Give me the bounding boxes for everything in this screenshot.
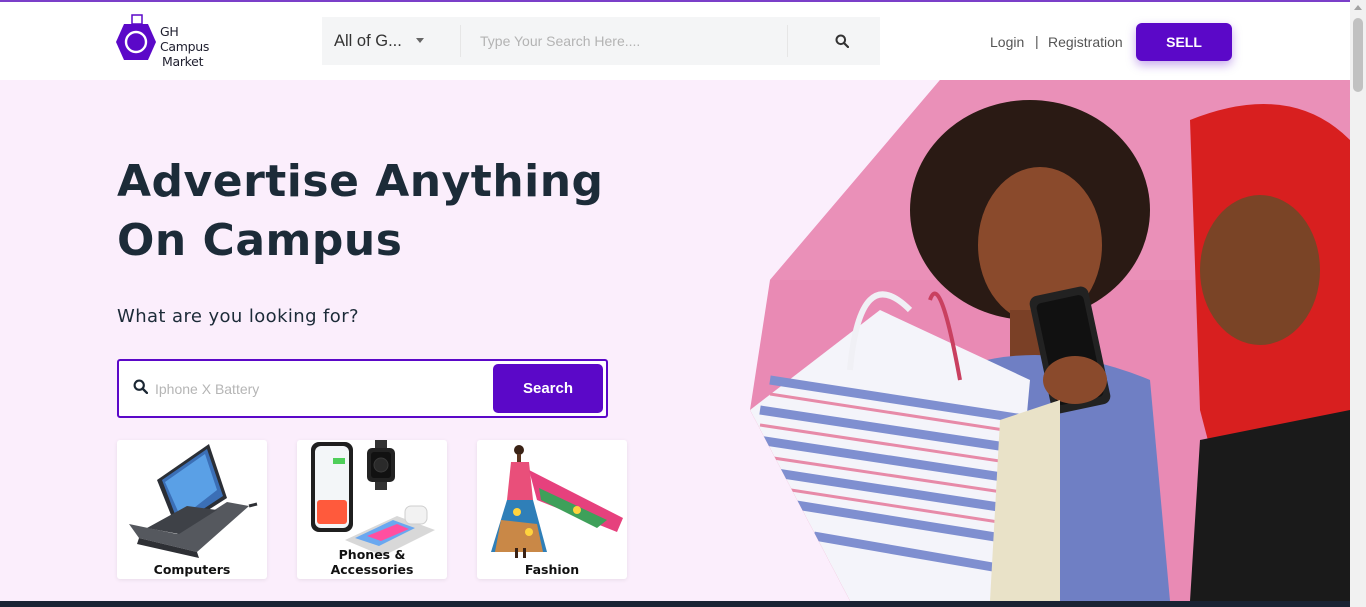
category-card-computers[interactable]: Computers [117, 440, 267, 579]
site-header: GH Campus Market All of G... Login | Reg… [0, 2, 1350, 80]
category-card-phones-accessories[interactable]: Phones & Accessories [297, 440, 447, 579]
login-link[interactable]: Login [990, 34, 1024, 50]
page-scrollbar[interactable] [1350, 0, 1366, 607]
sell-button[interactable]: SELL [1136, 23, 1232, 61]
laptop-icon [129, 444, 258, 558]
phone-icon [311, 440, 435, 556]
logo-line-3: Market [162, 54, 204, 69]
hero-subtitle: What are you looking for? [117, 306, 359, 327]
category-dropdown-value: All of G... [334, 31, 402, 50]
hero-section: Advertise Anything On Campus What are yo… [0, 80, 1350, 601]
hero-title-line-1: Advertise Anything [117, 156, 604, 207]
divider [787, 25, 788, 57]
scrollbar-thumb[interactable] [1353, 18, 1363, 92]
category-label: Phones & Accessories [330, 547, 414, 577]
hero-title: Advertise Anything On Campus [117, 152, 677, 270]
hero-search-box: Search [117, 359, 608, 418]
header-search-bar: All of G... [322, 17, 880, 65]
logo-line-2: Campus [160, 39, 210, 54]
site-logo[interactable]: GH Campus Market [116, 14, 226, 69]
hero-search-input[interactable] [155, 373, 485, 405]
bottom-bar [0, 601, 1350, 607]
category-dropdown[interactable]: All of G... [322, 17, 460, 65]
category-card-fashion[interactable]: Fashion [477, 440, 627, 579]
hero-title-line-2: On Campus [117, 215, 403, 266]
hero-shopping-image [750, 80, 1350, 601]
logo-hexagon-icon [116, 14, 156, 60]
scroll-up-arrow-icon[interactable] [1354, 5, 1362, 10]
hero-search-button[interactable]: Search [493, 364, 603, 413]
dress-icon [491, 445, 623, 558]
header-search-button[interactable] [822, 29, 862, 53]
search-icon [835, 34, 849, 48]
category-label: Fashion [524, 562, 580, 577]
divider [460, 25, 461, 57]
category-label: Computers [153, 562, 231, 577]
header-search-input[interactable] [480, 17, 780, 65]
registration-link[interactable]: Registration [1048, 34, 1123, 50]
logo-line-1: GH [160, 24, 179, 39]
nav-separator: | [1035, 33, 1039, 49]
search-icon [133, 379, 148, 394]
logo-text: GH Campus Market [160, 24, 209, 69]
caret-down-icon [416, 38, 424, 43]
